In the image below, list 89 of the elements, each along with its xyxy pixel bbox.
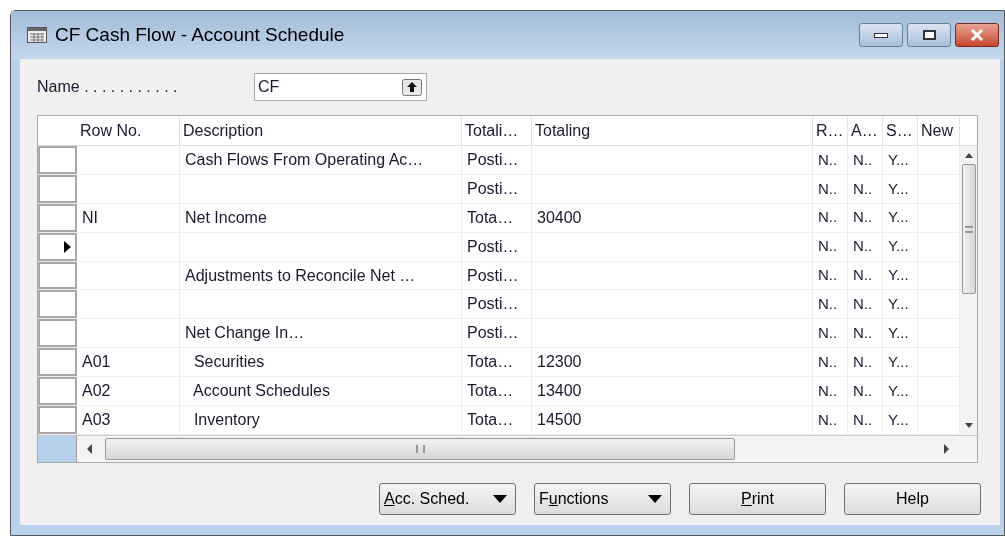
dropdown-arrow-icon [648, 495, 662, 503]
table-cell-text: Y... [888, 409, 909, 430]
menu-button[interactable]: Functions [534, 483, 671, 515]
table-cell-text: N.. [818, 149, 838, 170]
close-icon [970, 29, 984, 41]
table-cell-text: Account Schedules [192, 381, 330, 402]
row-pointer-icon [64, 240, 71, 253]
table-cell-text: Y... [888, 323, 909, 344]
table-cell-text: A02 [82, 381, 111, 402]
close-button[interactable] [955, 23, 999, 47]
scroll-right-icon[interactable] [941, 443, 951, 455]
table-cell-text: N.. [853, 236, 873, 257]
table-cell-text: Posti… [467, 323, 519, 344]
table-cell-text: N.. [818, 409, 838, 430]
table-cell-text: Securities [192, 352, 265, 373]
table-cell-text: Y... [888, 294, 909, 315]
table-cell-text: Posti… [467, 236, 519, 257]
table-cell-text: 30400 [537, 207, 582, 228]
table-cell-text: Tota… [467, 352, 514, 373]
table-cell-text: Adjustments to Reconcile Net … [185, 265, 416, 286]
table-cell-text: Tota… [467, 207, 514, 228]
table-cell-text: Y... [888, 236, 909, 257]
table-cell-text: N.. [818, 207, 838, 228]
table-cell-text: Inventory [192, 409, 260, 430]
maximize-icon [922, 30, 936, 40]
corner-cell [38, 436, 77, 462]
table-cell-text: N.. [853, 207, 873, 228]
table-cell-text: Posti… [467, 265, 519, 286]
dropdown-arrow-icon [493, 495, 507, 503]
window-title: CF Cash Flow - Account Schedule [55, 22, 345, 47]
table-cell-text: N.. [818, 351, 838, 372]
scroll-thumb[interactable] [961, 164, 976, 294]
table-cell-text: N.. [853, 265, 873, 286]
table-cell-text: Tota… [467, 409, 514, 430]
column-header[interactable]: Row No. [80, 118, 142, 143]
table-cell-text: N.. [853, 409, 873, 430]
column-header[interactable]: A… [851, 118, 878, 143]
table-cell-text: N.. [853, 323, 873, 344]
table-cell-text: NI [82, 207, 98, 228]
table-cell-text: N.. [818, 294, 838, 315]
table-cell-text: Tota… [467, 381, 514, 402]
table-cell-text: Net Change In… [185, 323, 305, 344]
table-cell-text: N.. [853, 351, 873, 372]
table-cell-text: Cash Flows From Operating Ac… [185, 149, 424, 170]
name-field[interactable]: CF [254, 73, 427, 101]
lookup-icon[interactable] [402, 78, 422, 96]
row-selector[interactable] [38, 232, 77, 261]
vertical-scrollbar[interactable] [960, 146, 977, 435]
table-cell-text: Posti… [467, 294, 519, 315]
table-cell-text: Y... [888, 380, 909, 401]
table-cell-text: N.. [853, 178, 873, 199]
minimize-button[interactable] [859, 23, 903, 47]
maximize-button[interactable] [907, 23, 951, 47]
table-cell-text: N.. [818, 236, 838, 257]
table-cell-text: Y... [888, 207, 909, 228]
table-cell-text: Y... [888, 351, 909, 372]
table-cell-text: 14500 [537, 409, 582, 430]
column-header[interactable]: Totaling [535, 118, 591, 143]
scroll-thumb[interactable] [105, 438, 735, 460]
minimize-icon [874, 32, 888, 38]
column-header[interactable]: Totali… [465, 118, 519, 143]
column-header[interactable]: S… [886, 118, 913, 143]
table-cell-text: Net Income [185, 207, 267, 228]
table-cell-text: N.. [853, 149, 873, 170]
table-cell-text: N.. [853, 380, 873, 401]
column-header[interactable]: New [921, 118, 953, 143]
menu-button[interactable]: Acc. Sched. [379, 483, 516, 515]
scroll-left-icon[interactable] [85, 443, 95, 455]
table-cell-text: N.. [853, 294, 873, 315]
table-cell-text: A03 [82, 409, 111, 430]
table-cell-text: Posti… [467, 178, 519, 199]
table-cell-text: Y... [888, 178, 909, 199]
column-header[interactable]: R… [816, 118, 844, 143]
name-label: Name . . . . . . . . . . . [37, 77, 179, 97]
table-cell-text: Y... [888, 265, 909, 286]
table-cell-text: Posti… [467, 149, 519, 170]
table-cell-text: N.. [818, 178, 838, 199]
table-cell-text: 13400 [537, 381, 582, 402]
table-cell-text: N.. [818, 323, 838, 344]
push-button[interactable]: Print [689, 483, 826, 515]
grid-icon [27, 27, 47, 43]
table-cell-text: A01 [82, 352, 111, 373]
horizontal-scrollbar[interactable] [77, 436, 959, 462]
table-cell-text: Y... [888, 149, 909, 170]
column-header[interactable]: Description [183, 118, 264, 143]
push-button[interactable]: Help [844, 483, 981, 515]
table-cell-text: N.. [818, 265, 838, 286]
table-cell-text: N.. [818, 380, 838, 401]
table-cell-text: 12300 [537, 352, 582, 373]
